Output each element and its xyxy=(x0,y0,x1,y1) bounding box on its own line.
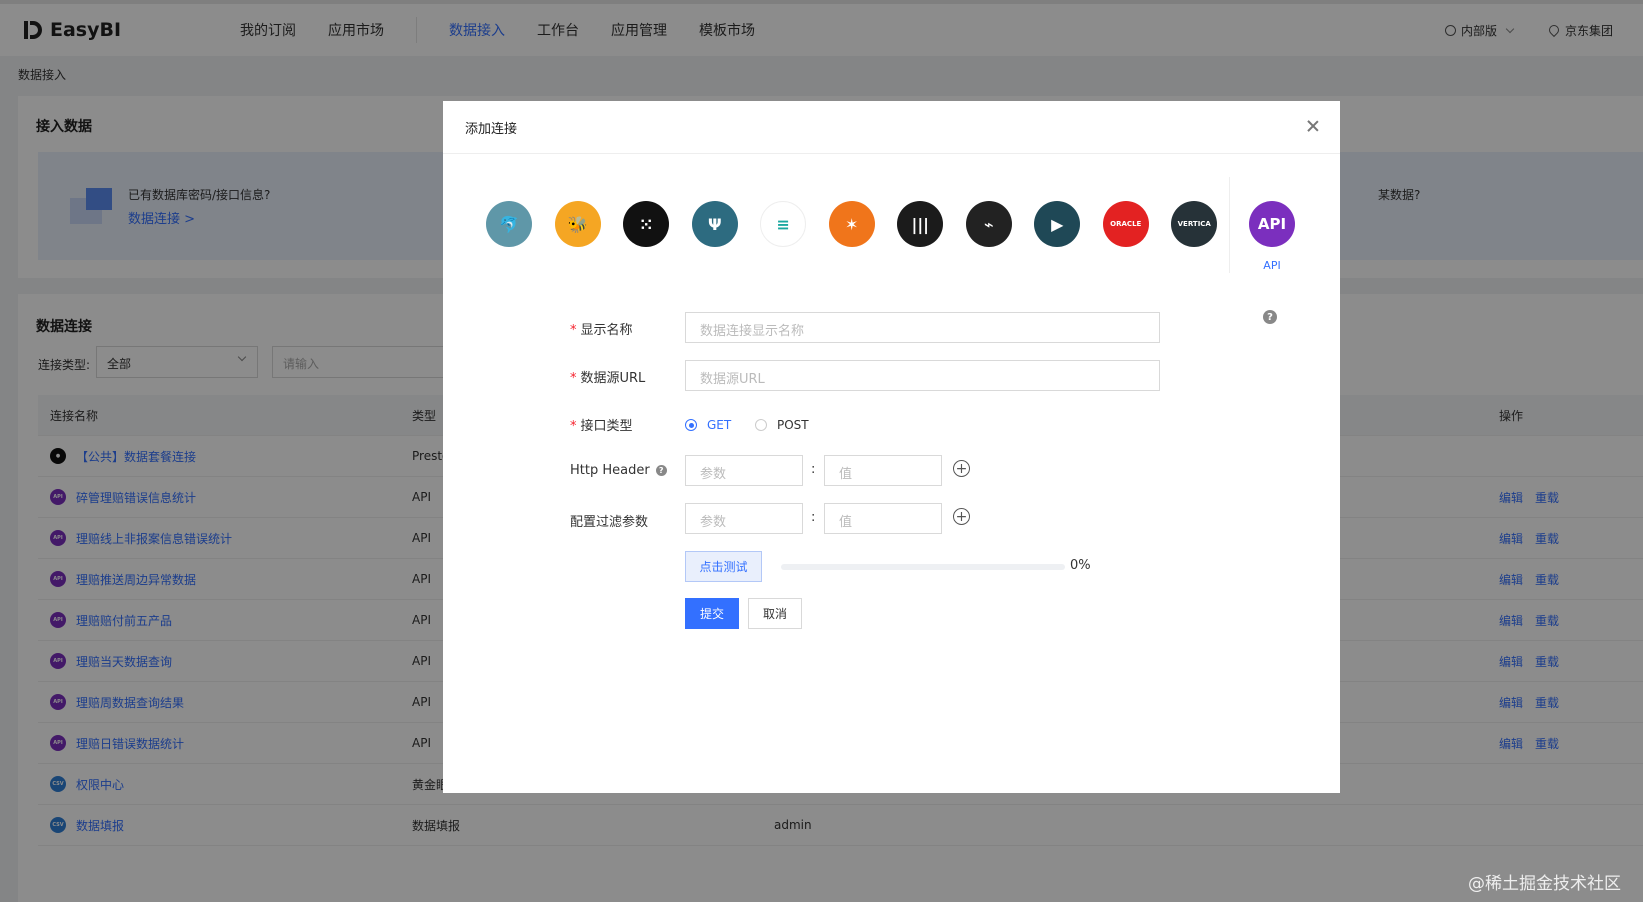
add-header-icon[interactable]: + xyxy=(953,460,970,477)
source-option[interactable]: 🐬 xyxy=(475,201,544,249)
source-option[interactable]: 🐝 xyxy=(544,201,613,249)
impala-icon: Ψ xyxy=(691,201,738,247)
filter-param-input[interactable]: 参数 xyxy=(685,503,803,534)
source-option[interactable]: ⁙ xyxy=(612,201,681,249)
http-header-label: Http Header? xyxy=(570,463,667,478)
filter-params-label: 配置过滤参数 xyxy=(570,515,649,530)
cancel-button[interactable]: 取消 xyxy=(748,598,802,629)
method-label: * 接口类型 xyxy=(570,419,633,434)
api-source-button[interactable]: API xyxy=(1249,201,1295,247)
source-option[interactable]: VERTICA xyxy=(1160,201,1229,249)
source-option[interactable]: ▶ xyxy=(1023,201,1092,249)
test-progress-text: 0% xyxy=(1070,558,1091,573)
source-option[interactable]: ⌁ xyxy=(955,201,1024,249)
help-icon[interactable]: ? xyxy=(1263,310,1277,324)
presto-icon: ⁙ xyxy=(623,201,670,247)
url-label: * 数据源URL xyxy=(570,371,646,386)
test-button[interactable]: 点击测试 xyxy=(685,551,762,582)
header-value-input[interactable]: 值 xyxy=(824,455,942,486)
colon-separator: : xyxy=(811,510,816,525)
sqlserver-icon: ⌁ xyxy=(965,201,1012,247)
url-input[interactable]: 数据源URL xyxy=(685,360,1160,391)
kylin-icon: ▶ xyxy=(1034,201,1081,247)
submit-button[interactable]: 提交 xyxy=(685,598,739,629)
api-source-label: API xyxy=(1263,259,1281,272)
header-param-input[interactable]: 参数 xyxy=(685,455,803,486)
modal-header: 添加连接 xyxy=(443,101,1340,154)
help-icon[interactable]: ? xyxy=(655,465,667,476)
display-name-label: * 显示名称 xyxy=(570,323,633,338)
modal-title: 添加连接 xyxy=(465,121,518,137)
mysql-icon: 🐬 xyxy=(486,201,533,247)
close-icon[interactable] xyxy=(1306,119,1320,133)
test-progress-bar xyxy=(781,564,1065,570)
hive-icon: 🐝 xyxy=(554,201,601,247)
add-connection-modal: 添加连接 🐬 🐝 ⁙ Ψ ≡ ✶ ||| ⌁ ▶ ORACLE VERTICA API API * 显… xyxy=(443,101,1340,793)
elasticsearch-icon: ≡ xyxy=(760,201,807,247)
radio-unchecked-icon xyxy=(755,419,767,431)
source-option[interactable]: ||| xyxy=(886,201,955,249)
colon-separator: : xyxy=(811,462,816,477)
add-filter-icon[interactable]: + xyxy=(953,508,970,525)
method-radio-post[interactable]: POST xyxy=(755,418,809,432)
display-name-input[interactable]: 数据连接显示名称 xyxy=(685,312,1160,343)
clickhouse-icon: ||| xyxy=(897,201,944,247)
source-divider xyxy=(1229,177,1230,273)
source-option[interactable]: ≡ xyxy=(749,201,818,249)
filter-value-input[interactable]: 值 xyxy=(824,503,942,534)
oracle-icon: ORACLE xyxy=(1102,201,1149,247)
spark-icon: ✶ xyxy=(828,201,875,247)
source-list: 🐬 🐝 ⁙ Ψ ≡ ✶ ||| ⌁ ▶ ORACLE VERTICA xyxy=(475,201,1229,249)
method-radio-get[interactable]: GET xyxy=(685,418,731,432)
source-option[interactable]: ✶ xyxy=(818,201,887,249)
vertica-icon: VERTICA xyxy=(1171,201,1218,247)
radio-checked-icon xyxy=(685,419,697,431)
watermark: @稀土掘金技术社区 xyxy=(1468,874,1621,894)
source-option[interactable]: ORACLE xyxy=(1092,201,1161,249)
source-option[interactable]: Ψ xyxy=(681,201,750,249)
